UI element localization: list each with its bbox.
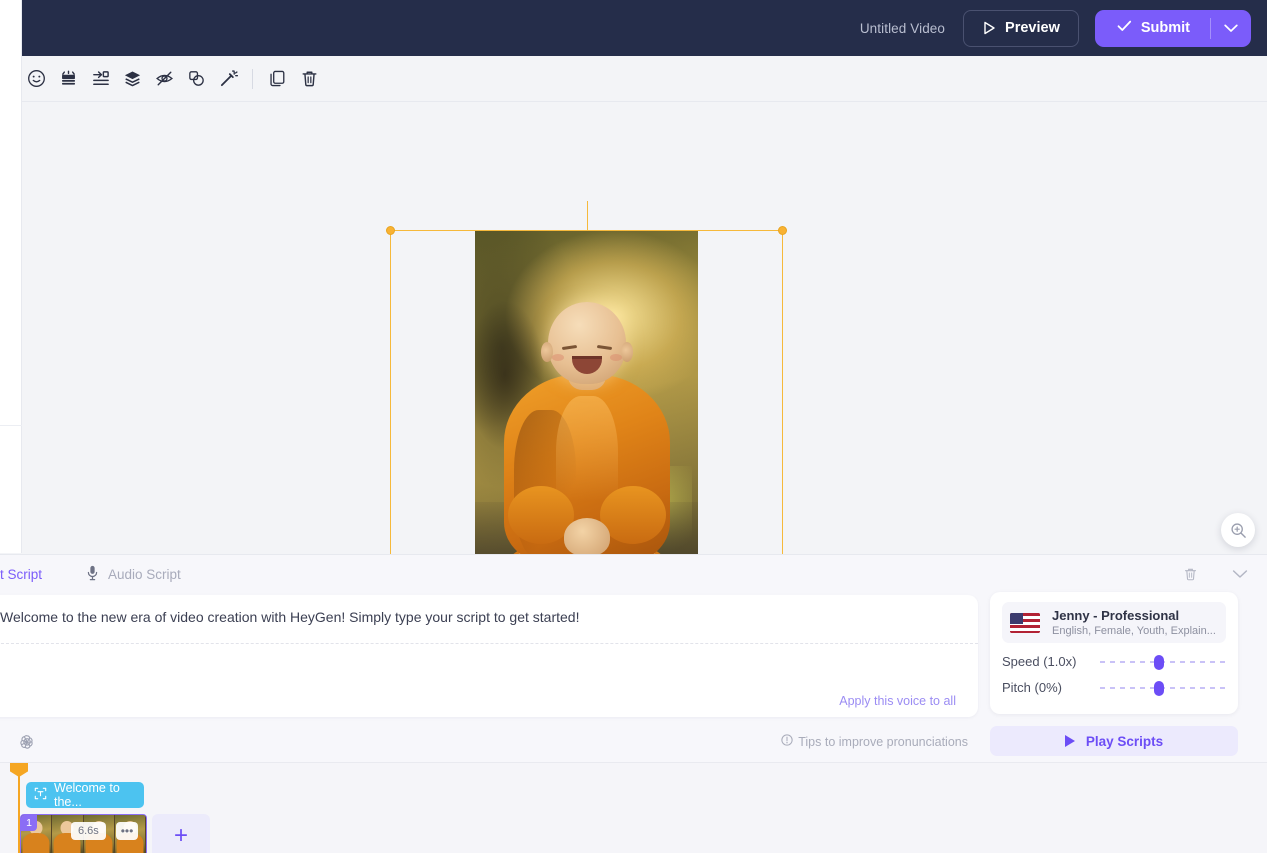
script-header-actions <box>1177 561 1253 587</box>
pronunciation-tips-link[interactable]: Tips to improve pronunciations <box>781 734 968 749</box>
submit-button-label: Submit <box>1141 20 1190 36</box>
canvas-toolbar <box>0 56 1267 102</box>
tab-text-script[interactable]: t Script <box>0 567 42 582</box>
align-icon[interactable] <box>84 63 116 95</box>
playhead-handle[interactable] <box>10 763 28 777</box>
speed-slider-row: Speed (1.0x) <box>1002 654 1226 669</box>
canvas-workspace[interactable]: HeyGen <box>0 102 1267 554</box>
duplicate-icon[interactable] <box>261 63 293 95</box>
trash-icon[interactable] <box>293 63 325 95</box>
submit-button-group: Submit <box>1095 10 1251 47</box>
text-box-icon <box>34 787 47 803</box>
toolbar-divider <box>252 69 253 89</box>
delete-script-button[interactable] <box>1177 561 1203 587</box>
magic-wand-icon[interactable] <box>212 63 244 95</box>
layers-icon[interactable] <box>116 63 148 95</box>
play-icon <box>1065 735 1075 747</box>
add-clip-button[interactable]: + <box>152 814 210 853</box>
zoom-in-icon[interactable] <box>1221 513 1255 547</box>
play-scripts-button[interactable]: Play Scripts <box>990 726 1238 756</box>
script-divider <box>0 643 978 644</box>
preview-button[interactable]: Preview <box>963 10 1079 47</box>
pitch-slider[interactable] <box>1100 681 1226 695</box>
toolbar-icon-group <box>0 63 325 95</box>
emoji-icon[interactable] <box>20 63 52 95</box>
group-shapes-icon[interactable] <box>180 63 212 95</box>
submit-button[interactable]: Submit <box>1095 10 1210 47</box>
script-footer: Tips to improve pronunciations <box>0 725 978 763</box>
left-panel-divider <box>0 425 22 426</box>
check-icon <box>1117 20 1132 36</box>
voice-info: Jenny - Professional English, Female, Yo… <box>1052 608 1216 637</box>
left-side-panel[interactable] <box>0 0 22 553</box>
info-icon <box>781 734 793 749</box>
apply-voice-to-all-link[interactable]: Apply this voice to all <box>839 694 956 708</box>
tab-audio-script-label: Audio Script <box>108 567 181 582</box>
timeline-clip[interactable]: 1 6.6s ••• <box>20 814 147 853</box>
play-outline-icon <box>982 21 996 35</box>
pronunciation-tips-label: Tips to improve pronunciations <box>798 735 968 749</box>
preview-button-label: Preview <box>1005 20 1060 36</box>
timeline-text-track-item[interactable]: Welcome to the... <box>26 782 144 808</box>
timeline-text-label: Welcome to the... <box>54 782 133 808</box>
submit-dropdown-button[interactable] <box>1211 10 1251 47</box>
voice-settings-card: Jenny - Professional English, Female, Yo… <box>990 592 1238 714</box>
ai-spiral-icon[interactable] <box>14 729 40 755</box>
resize-handle-top-right[interactable] <box>778 226 787 235</box>
voice-name: Jenny - Professional <box>1052 608 1216 623</box>
project-title: Untitled Video <box>860 21 945 36</box>
script-text-content[interactable]: Welcome to the new era of video creation… <box>0 607 956 627</box>
tab-audio-script[interactable]: Audio Script <box>86 565 181 584</box>
pitch-slider-knob[interactable] <box>1154 681 1164 696</box>
clip-duration-badge: 6.6s <box>71 822 106 840</box>
pitch-label: Pitch (0%) <box>1002 680 1100 695</box>
speed-slider[interactable] <box>1100 655 1226 669</box>
voice-selector-row[interactable]: Jenny - Professional English, Female, Yo… <box>1002 602 1226 643</box>
heygen-video-editor: Untitled Video Preview Submit <box>0 0 1267 853</box>
timeline-panel[interactable]: Welcome to the... 1 6.6s ••• + <box>0 762 1267 853</box>
script-panel-header: t Script Audio Script <box>0 555 1267 593</box>
us-flag-icon <box>1010 613 1040 633</box>
script-editor-card[interactable]: Welcome to the new era of video creation… <box>0 595 978 717</box>
selection-rotate-stem <box>587 201 588 231</box>
collapse-script-button[interactable] <box>1227 561 1253 587</box>
voice-description: English, Female, Youth, Explain... <box>1052 625 1216 637</box>
sticker-icon[interactable] <box>52 63 84 95</box>
speed-label: Speed (1.0x) <box>1002 654 1100 669</box>
top-header-bar: Untitled Video Preview Submit <box>0 0 1267 56</box>
pitch-slider-row: Pitch (0%) <box>1002 680 1226 695</box>
play-scripts-label: Play Scripts <box>1086 734 1163 749</box>
clip-more-options-button[interactable]: ••• <box>116 822 138 840</box>
eye-off-icon[interactable] <box>148 63 180 95</box>
clip-index-badge: 1 <box>21 815 37 831</box>
microphone-icon <box>86 565 99 584</box>
speed-slider-knob[interactable] <box>1154 655 1164 670</box>
resize-handle-top-left[interactable] <box>386 226 395 235</box>
